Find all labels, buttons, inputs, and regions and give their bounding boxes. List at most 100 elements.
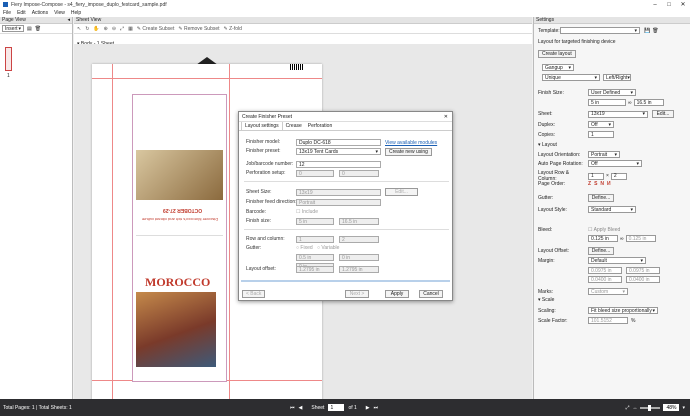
page-order-rz-icon[interactable]: S xyxy=(594,181,597,187)
finish-width-field[interactable]: 5 in xyxy=(588,99,626,106)
tab-perforation[interactable]: Perforation xyxy=(305,122,335,130)
pointer-icon[interactable]: ↖ xyxy=(77,26,81,32)
fit-width-icon[interactable]: ↔ xyxy=(632,405,637,411)
gutter-a-field[interactable]: 0.5 in xyxy=(296,254,334,261)
menu-actions[interactable]: Actions xyxy=(32,10,48,16)
scale-factor-field[interactable]: 101.5152 xyxy=(588,317,628,324)
menu-help[interactable]: Help xyxy=(71,10,81,16)
grid-icon[interactable]: ▦ xyxy=(128,26,133,32)
margin-4-field[interactable]: 0.0400 in xyxy=(626,276,660,283)
margin-select[interactable]: Default ▾ xyxy=(588,257,646,264)
finish-size-select[interactable]: User Defined ▾ xyxy=(588,89,636,96)
link-icon[interactable]: ∞ xyxy=(628,100,632,106)
copies-field[interactable]: 1 xyxy=(588,131,614,138)
insert-mode-select[interactable]: Insert ▾ xyxy=(2,25,24,32)
feed-direction-select[interactable]: Portrait xyxy=(296,199,381,206)
margin-1-field[interactable]: 0.0975 in xyxy=(588,267,622,274)
menu-view[interactable]: View xyxy=(54,10,65,16)
perforation-b-field[interactable]: 0 xyxy=(339,170,379,177)
zoom-in-icon[interactable]: ⊕ xyxy=(104,26,108,32)
binding-select[interactable]: Gangup ▾ xyxy=(542,64,574,71)
collapse-icon[interactable]: ◂ xyxy=(67,17,70,23)
create-new-button[interactable]: Create new using xyxy=(385,148,432,156)
next-sheet-icon[interactable]: ▶ xyxy=(366,405,370,411)
bleed-a-field[interactable]: 0.125 in xyxy=(588,235,618,242)
page-order-z-icon[interactable]: Z xyxy=(588,181,591,187)
minimize-button[interactable]: – xyxy=(648,0,662,9)
zfold-button[interactable]: ✎ Z-fold xyxy=(224,26,242,32)
layout-column-field[interactable]: 2 xyxy=(610,172,627,180)
dialog-sheet-size-select[interactable]: 13x19 xyxy=(296,189,381,196)
scale-section-toggle[interactable]: ▾ Scale xyxy=(538,297,554,303)
create-subset-button[interactable]: ✎ Create Subset xyxy=(137,26,175,32)
rotate-icon[interactable]: ↻ xyxy=(85,26,89,32)
finisher-preset-select[interactable]: 13x19 Tent Cards ▾ xyxy=(296,148,381,155)
dialog-close-icon[interactable]: ✕ xyxy=(444,114,448,120)
first-sheet-icon[interactable]: ⏮ xyxy=(290,405,295,411)
remove-subset-button[interactable]: ✎ Remove Subset xyxy=(178,26,219,32)
zoom-field[interactable]: 48% xyxy=(663,404,680,411)
menu-edit[interactable]: Edit xyxy=(17,10,26,16)
dialog-finish-height-field[interactable]: 16.5 in xyxy=(339,218,379,225)
margin-2-field[interactable]: 0.0975 in xyxy=(626,267,660,274)
tab-layout-settings[interactable]: Layout settings xyxy=(241,121,283,130)
orientation-select[interactable]: Portrait ▾ xyxy=(588,151,620,158)
layout-style-select[interactable]: Standard ▾ xyxy=(588,206,636,213)
page-order-rn-icon[interactable]: И xyxy=(607,181,611,187)
zoom-slider[interactable] xyxy=(640,404,661,411)
chevron-down-icon[interactable]: ▾ xyxy=(682,405,685,411)
finish-height-field[interactable]: 16.5 in xyxy=(633,99,664,106)
gutter-fixed-radio[interactable]: ○ Fixed xyxy=(296,245,313,251)
create-layout-button[interactable]: Create layout xyxy=(538,50,576,58)
maximize-button[interactable]: □ xyxy=(662,0,676,9)
menu-file[interactable]: File xyxy=(3,10,11,16)
job-barcode-field[interactable]: 12 xyxy=(296,161,381,168)
apply-button[interactable]: Apply xyxy=(385,290,409,298)
direction-select[interactable]: Left/Right ▾ xyxy=(603,74,631,81)
layout-section-toggle[interactable]: ▾ Layout xyxy=(538,142,557,148)
barcode-include-checkbox[interactable]: ☐ Include xyxy=(296,209,318,215)
bleed-b-field[interactable]: 0.125 in xyxy=(625,235,656,242)
sheet-edit-button[interactable]: Edit... xyxy=(652,110,674,118)
cancel-button[interactable]: Cancel xyxy=(419,290,443,298)
offset-b-field[interactable]: 1.2795 in xyxy=(339,266,379,273)
dialog-finish-width-field[interactable]: 5 in xyxy=(296,218,334,225)
hand-icon[interactable]: ✋ xyxy=(93,26,99,32)
mode-select[interactable]: Unique ▾ xyxy=(542,74,600,81)
zoom-out-icon[interactable]: ⊖ xyxy=(112,26,116,32)
last-sheet-icon[interactable]: ⏭ xyxy=(374,405,379,411)
offset-define-button[interactable]: Define... xyxy=(588,247,614,255)
prev-sheet-icon[interactable]: ◀ xyxy=(299,405,303,411)
gutter-variable-radio[interactable]: ○ Variable xyxy=(317,245,339,251)
page-icon[interactable]: ▤ xyxy=(27,26,32,32)
page-thumbnail[interactable] xyxy=(5,47,12,71)
template-select[interactable]: ▾ xyxy=(560,27,640,34)
back-button[interactable]: < Back xyxy=(242,290,266,298)
marks-select[interactable]: Custom ▾ xyxy=(588,288,628,295)
auto-rotation-select[interactable]: Off ▾ xyxy=(588,160,642,167)
scaling-select[interactable]: Fit bleed size proportionally ▾ xyxy=(588,307,658,314)
delete-icon[interactable]: 🗑 xyxy=(35,26,41,32)
link-icon[interactable]: ∞ xyxy=(620,236,624,242)
gutter-define-button[interactable]: Define... xyxy=(588,194,614,202)
save-icon[interactable]: 💾 xyxy=(644,28,650,34)
delete-template-icon[interactable]: 🗑 xyxy=(652,28,658,34)
layout-row-field[interactable]: 1 xyxy=(588,172,604,180)
tab-crease[interactable]: Crease xyxy=(283,122,305,130)
gutter-b-field[interactable]: 0 in xyxy=(339,254,379,261)
offset-a-field[interactable]: 1.2795 in xyxy=(296,266,334,273)
fit-icon[interactable]: ⤢ xyxy=(120,26,124,32)
sheet-number-field[interactable]: 1 xyxy=(328,404,345,411)
dialog-row-field[interactable]: 1 xyxy=(296,236,334,243)
page-order-n-icon[interactable]: N xyxy=(600,181,604,187)
duplex-select[interactable]: Off ▾ xyxy=(588,121,614,128)
fit-page-icon[interactable]: ⤢ xyxy=(625,405,629,411)
view-modules-link[interactable]: View available modules xyxy=(385,140,437,146)
dialog-sheet-edit-button[interactable]: Edit... xyxy=(385,188,418,196)
perforation-a-field[interactable]: 0 xyxy=(296,170,334,177)
next-button[interactable]: Next > xyxy=(345,290,369,298)
close-window-button[interactable]: ✕ xyxy=(676,0,690,9)
margin-3-field[interactable]: 0.0400 in xyxy=(588,276,622,283)
sheet-select[interactable]: 13x19 ▾ xyxy=(588,110,648,118)
apply-bleed-checkbox[interactable]: ☐ Apply Bleed xyxy=(588,227,620,233)
